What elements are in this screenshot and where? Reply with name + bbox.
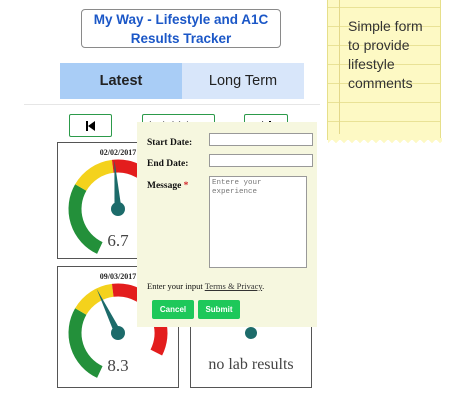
gauge-red-segment [111, 159, 143, 178]
tab-latest[interactable]: Latest [60, 63, 182, 99]
tab-long-term[interactable]: Long Term [182, 63, 304, 99]
start-date-input[interactable] [209, 133, 313, 146]
first-arrow-icon [88, 120, 95, 131]
no-lab-results-text: no lab results [208, 356, 294, 373]
gauge-needle-hub [111, 202, 125, 216]
terms-privacy-link[interactable]: Terms & Privacy [205, 281, 262, 291]
terms-note: Enter your input Terms & Privacy. [147, 281, 265, 291]
gauge-yellow-segment [75, 159, 114, 192]
end-date-label: End Date: [147, 159, 189, 169]
header-divider [24, 104, 320, 105]
message-textarea[interactable] [209, 176, 307, 268]
gauge-needle-hub [111, 326, 125, 340]
sticky-note-text: Simple form to provide lifestyle comment… [348, 18, 423, 91]
first-button[interactable] [69, 114, 112, 137]
sticky-note: Simple form to provide lifestyle comment… [327, 0, 442, 146]
submit-button[interactable]: Submit [198, 300, 240, 319]
required-marker: * [183, 181, 189, 191]
message-label: Message * [147, 181, 189, 191]
note-torn-edge [328, 138, 442, 146]
gauge-yellow-segment [75, 283, 114, 316]
note-margin-line [339, 0, 340, 134]
gauge-red-segment [111, 283, 143, 302]
view-tabs: Latest Long Term [60, 63, 304, 99]
cancel-button[interactable]: Cancel [152, 300, 194, 319]
start-date-label: Start Date: [147, 138, 193, 148]
a1c-value: 8.3 [107, 356, 129, 375]
app-title: My Way - Lifestyle and A1C Results Track… [81, 9, 281, 48]
lifestyle-comment-form: Start Date: End Date: Message * Enter yo… [137, 122, 317, 327]
end-date-input[interactable] [209, 154, 313, 167]
